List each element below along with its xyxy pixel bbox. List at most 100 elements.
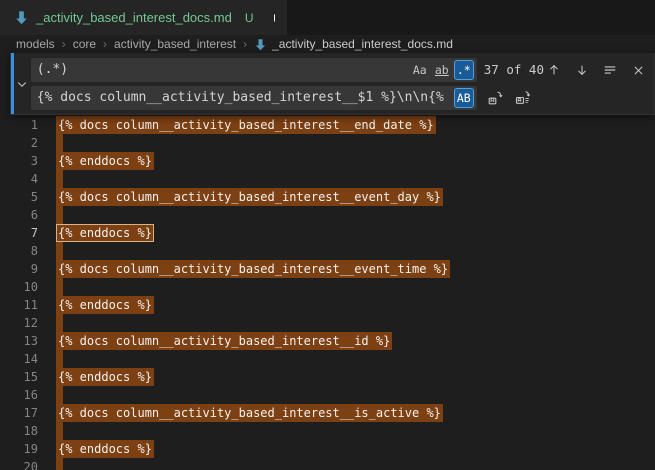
line-content[interactable]: [56, 386, 63, 404]
markdown-file-icon: [254, 38, 267, 51]
line-number: 19: [0, 440, 38, 458]
editor-line[interactable]: 15 {% enddocs %}: [0, 368, 655, 386]
line-number: 15: [0, 368, 38, 386]
preserve-case-toggle[interactable]: AB: [454, 88, 474, 108]
editor-line[interactable]: 18: [0, 422, 655, 440]
unsaved-changes-dot[interactable]: [274, 14, 275, 22]
editor-line[interactable]: 14: [0, 350, 655, 368]
breadcrumb-file[interactable]: _activity_based_interest_docs.md: [254, 37, 453, 51]
line-content[interactable]: [56, 278, 63, 296]
markdown-file-icon: [14, 10, 29, 25]
results-count: 37 of 40: [484, 61, 544, 79]
toggle-replace-chevron-down-icon[interactable]: [14, 53, 31, 114]
breadcrumb-file-label: _activity_based_interest_docs.md: [272, 37, 453, 51]
editor-lines[interactable]: 1{% docs column__activity_based_interest…: [0, 53, 655, 470]
line-content[interactable]: {% docs column__activity_based_interest_…: [56, 116, 436, 134]
line-content[interactable]: {% enddocs %}: [56, 152, 154, 170]
line-content[interactable]: {% enddocs %}: [56, 296, 154, 314]
regex-toggle[interactable]: .*: [454, 60, 474, 80]
find-match-highlight: {% docs column__activity_based_interest_…: [56, 332, 392, 350]
editor-line[interactable]: 8: [0, 242, 655, 260]
editor-line[interactable]: 17{% docs column__activity_based_interes…: [0, 404, 655, 422]
editor-line[interactable]: 16: [0, 386, 655, 404]
find-match-highlight: {% docs column__activity_based_interest_…: [56, 404, 443, 422]
breadcrumb: models › core › activity_based_interest …: [0, 35, 655, 53]
find-match-highlight-empty: [56, 386, 63, 404]
line-number: 8: [0, 242, 38, 260]
line-content[interactable]: [56, 242, 63, 260]
line-content[interactable]: [56, 314, 63, 332]
find-match-highlight: {% docs column__activity_based_interest_…: [56, 260, 450, 278]
editor-line[interactable]: 1{% docs column__activity_based_interest…: [0, 116, 655, 134]
replace-row: {% docs column__activity_based_interest_…: [31, 86, 650, 110]
git-status-badge: U: [245, 11, 254, 25]
editor-line[interactable]: 11 {% enddocs %}: [0, 296, 655, 314]
editor[interactable]: 1{% docs column__activity_based_interest…: [0, 53, 655, 470]
line-content[interactable]: [56, 350, 63, 368]
breadcrumb-separator: ›: [103, 37, 107, 51]
previous-match-arrow-up-icon[interactable]: [544, 60, 564, 80]
editor-line[interactable]: 19 {% enddocs %}: [0, 440, 655, 458]
editor-line[interactable]: 20: [0, 458, 655, 470]
line-content[interactable]: {% docs column__activity_based_interest_…: [56, 404, 443, 422]
replace-all-icon[interactable]: [513, 88, 533, 108]
editor-line[interactable]: 7 {% enddocs %}: [0, 224, 655, 242]
line-content[interactable]: {% docs column__activity_based_interest_…: [56, 188, 443, 206]
find-match-highlight: {% enddocs %}: [56, 152, 154, 170]
line-content[interactable]: {% enddocs %}: [56, 224, 154, 242]
line-content[interactable]: [56, 422, 63, 440]
tab-bar: _activity_based_interest_docs.md U: [0, 0, 655, 35]
find-match-highlight-empty: [56, 458, 63, 470]
line-content[interactable]: [56, 134, 63, 152]
replace-value: {% docs column__activity_based_interest_…: [37, 89, 452, 107]
line-content[interactable]: {% docs column__activity_based_interest_…: [56, 332, 392, 350]
editor-line[interactable]: 9{% docs column__activity_based_interest…: [0, 260, 655, 278]
line-number: 16: [0, 386, 38, 404]
line-number: 10: [0, 278, 38, 296]
editor-line[interactable]: 12: [0, 314, 655, 332]
editor-line[interactable]: 5{% docs column__activity_based_interest…: [0, 188, 655, 206]
line-number: 6: [0, 206, 38, 224]
line-content[interactable]: [56, 170, 63, 188]
line-number: 18: [0, 422, 38, 440]
replace-icon[interactable]: [485, 88, 505, 108]
find-match-highlight-empty: [56, 350, 63, 368]
whole-word-toggle[interactable]: ab: [432, 60, 452, 80]
find-match-highlight-empty: [56, 134, 63, 152]
line-content[interactable]: {% enddocs %}: [56, 440, 154, 458]
tab-active-file[interactable]: _activity_based_interest_docs.md U: [0, 0, 287, 35]
breadcrumb-item-models[interactable]: models: [16, 37, 55, 51]
close-icon[interactable]: [628, 60, 648, 80]
breadcrumb-item-activity-based-interest[interactable]: activity_based_interest: [114, 37, 236, 51]
find-match-highlight: {% enddocs %}: [56, 368, 154, 386]
editor-line[interactable]: 2: [0, 134, 655, 152]
find-match-highlight: {% enddocs %}: [56, 440, 154, 458]
line-number: 11: [0, 296, 38, 314]
line-content[interactable]: {% docs column__activity_based_interest_…: [56, 260, 450, 278]
find-match-highlight-empty: [56, 170, 63, 188]
editor-line[interactable]: 6: [0, 206, 655, 224]
match-case-toggle[interactable]: Aa: [410, 60, 430, 80]
find-match-highlight: {% docs column__activity_based_interest_…: [56, 116, 436, 134]
editor-line[interactable]: 3{% enddocs %}: [0, 152, 655, 170]
breadcrumb-item-core[interactable]: core: [73, 37, 96, 51]
line-number: 4: [0, 170, 38, 188]
find-input[interactable]: (.*) Aa ab .*: [31, 58, 477, 82]
find-match-highlight-empty: [56, 242, 63, 260]
line-content[interactable]: {% enddocs %}: [56, 368, 154, 386]
breadcrumb-separator: ›: [62, 37, 66, 51]
editor-line[interactable]: 13{% docs column__activity_based_interes…: [0, 332, 655, 350]
line-number: 2: [0, 134, 38, 152]
editor-line[interactable]: 10: [0, 278, 655, 296]
find-widget-resize-sash[interactable]: [11, 53, 14, 114]
next-match-arrow-down-icon[interactable]: [572, 60, 592, 80]
line-content[interactable]: [56, 458, 63, 470]
find-match-highlight: {% enddocs %}: [56, 296, 154, 314]
editor-line[interactable]: 4: [0, 170, 655, 188]
find-match-highlight-empty: [56, 206, 63, 224]
find-match-current: {% enddocs %}: [56, 224, 154, 242]
line-content[interactable]: [56, 206, 63, 224]
find-in-selection-icon[interactable]: [600, 60, 620, 80]
line-number: 7: [0, 224, 38, 242]
replace-input[interactable]: {% docs column__activity_based_interest_…: [31, 86, 477, 110]
